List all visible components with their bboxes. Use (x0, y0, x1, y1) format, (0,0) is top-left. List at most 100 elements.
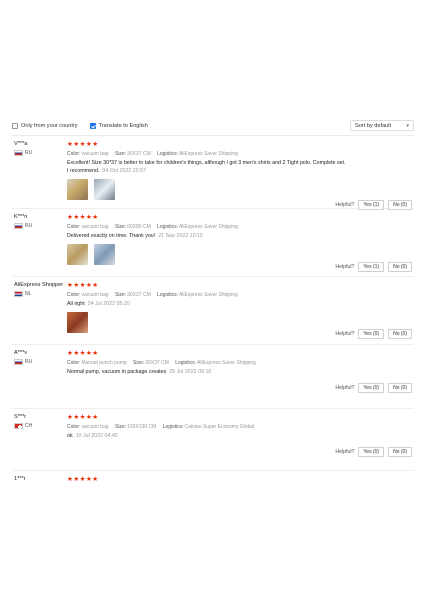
color-value: vacuum bag (81, 424, 109, 430)
russia-flag-icon (14, 223, 23, 229)
logistics-key: Logistics: (175, 360, 197, 366)
review-photo-thumbnail[interactable] (67, 179, 88, 200)
country-code: RU (25, 359, 33, 365)
translate-checkbox[interactable]: Translate to English (89, 122, 148, 129)
review-sku-info: Color:Manual punch pump Size:30X37 CM Lo… (67, 360, 414, 366)
review-user: AliExpress Shopper NL (14, 282, 74, 297)
helpful-yes-button[interactable]: Yes (0) (358, 329, 385, 339)
size-key: Size: (114, 224, 127, 230)
only-country-label: Only from your country (21, 122, 78, 129)
review-text: Normal pump, vacuum in package creates 25… (67, 368, 414, 376)
sort-select[interactable]: Sort by default ▾ (350, 120, 414, 131)
review-text-line: ok (67, 433, 73, 439)
review-item: V***a RU ★★★★★ Color:vacuum bag Size:30X… (12, 136, 414, 210)
star-rating: ★★★★★ (67, 282, 99, 289)
review-date: 24 Jul 2022 05:20 (87, 301, 130, 307)
review-user: A***v RU (14, 350, 74, 365)
review-text: All right 24 Jul 2022 05:20 (67, 300, 414, 308)
country-code: NL (25, 291, 32, 297)
star-rating: ★★★★★ (67, 141, 99, 148)
review-content: ★★★★★ Color:Manual punch pump Size:30X37… (67, 350, 414, 376)
review-sku-info: Color:vacuum bag Size:100X130 CM Logisti… (67, 424, 414, 430)
size-key: Size: (114, 292, 127, 298)
review-photos (67, 179, 414, 200)
helpful-label: Helpful? (335, 202, 355, 208)
logistics-value: AliExpress Saver Shipping (197, 360, 256, 366)
netherlands-flag-icon (14, 291, 23, 297)
helpful-label: Helpful? (335, 331, 355, 337)
helpful-no-button[interactable]: No (0) (388, 262, 412, 272)
color-value: Manual punch pump (81, 360, 127, 366)
country-code: RU (25, 223, 33, 229)
color-key: Color: (67, 292, 81, 298)
review-item: K***n RU ★★★★★ Color:vacuum bag Size:60X… (12, 209, 414, 277)
helpful-label: Helpful? (335, 449, 355, 455)
helpful-no-button[interactable]: No (0) (388, 329, 412, 339)
only-country-checkbox[interactable]: Only from your country (12, 122, 78, 129)
star-rating: ★★★★★ (67, 214, 99, 221)
sort-value: Sort by default (355, 122, 392, 129)
review-user: V***a RU (14, 141, 74, 156)
logistics-value: AliExpress Saver Shipping (178, 151, 238, 157)
helpful-yes-button[interactable]: Yes (1) (358, 262, 385, 272)
color-value: vacuum bag (81, 292, 109, 298)
logistics-key: Logistics: (157, 292, 178, 298)
review-content: ★★★★★ (67, 476, 414, 483)
reviewer-country: CH (14, 423, 74, 429)
star-rating: ★★★★★ (67, 414, 99, 421)
review-content: ★★★★★ Color:vacuum bag Size:100X130 CM L… (67, 414, 414, 440)
size-value: 30X37 CM (145, 360, 169, 366)
review-content: ★★★★★ Color:vacuum bag Size:30X37 CM Log… (67, 282, 414, 333)
filter-options: Only from your country Translate to Engl… (12, 122, 148, 129)
color-key: Color: (67, 360, 81, 366)
helpful-votes: Helpful? Yes (0) No (0) (335, 329, 412, 339)
color-key: Color: (67, 424, 81, 430)
reviewer-name: A***v (14, 350, 28, 356)
helpful-label: Helpful? (335, 264, 355, 270)
review-item: 1***r ★★★★★ (12, 471, 414, 484)
translate-label: Translate to English (98, 122, 148, 129)
star-rating: ★★★★★ (67, 350, 99, 357)
helpful-votes: Helpful? Yes (1) No (0) (335, 262, 412, 272)
size-key: Size: (114, 151, 127, 157)
helpful-yes-button[interactable]: Yes (0) (358, 447, 385, 457)
review-photo-thumbnail[interactable] (67, 244, 88, 265)
review-text-line: Excellent! Size 30*37 is better to take … (67, 160, 346, 166)
reviews-panel: Only from your country Translate to Engl… (12, 118, 414, 484)
russia-flag-icon (14, 359, 23, 365)
size-key: Size: (133, 360, 145, 366)
review-sku-info: Color:vacuum bag Size:60X80 CM Logistics… (67, 224, 414, 230)
logistics-key: Logistics: (162, 424, 184, 430)
helpful-yes-button[interactable]: Yes (0) (358, 383, 385, 393)
russia-flag-icon (14, 150, 23, 156)
size-value: 60X80 CM (127, 224, 151, 230)
size-value: 30X37 CM (127, 151, 151, 157)
review-text-line: All right (67, 301, 85, 307)
review-text: Excellent! Size 30*37 is better to take … (67, 159, 414, 175)
reviewer-country: RU (14, 359, 74, 365)
switzerland-flag-icon (14, 423, 23, 429)
logistics-key: Logistics: (157, 151, 178, 157)
size-key: Size: (114, 424, 127, 430)
review-user: 1***r (14, 476, 74, 482)
checkbox-unchecked-icon (12, 122, 18, 129)
review-text-line: Normal pump, vacuum in package creates (67, 369, 167, 375)
helpful-label: Helpful? (335, 385, 355, 391)
review-sku-info: Color:vacuum bag Size:30X37 CM Logistics… (67, 292, 414, 298)
review-photo-thumbnail[interactable] (94, 244, 115, 265)
logistics-value: AliExpress Saver Shipping (178, 224, 238, 230)
review-photo-thumbnail[interactable] (67, 312, 88, 333)
review-text: ok 10 Jul 2022 04:45 (67, 432, 414, 440)
color-value: vacuum bag (81, 224, 109, 230)
review-date: 04 Oct 2022 22:57 (102, 168, 146, 174)
reviewer-name: 1***r (14, 476, 26, 482)
review-photo-thumbnail[interactable] (94, 179, 115, 200)
logistics-key: Logistics: (157, 224, 178, 230)
helpful-no-button[interactable]: No (0) (388, 383, 412, 393)
color-key: Color: (67, 224, 81, 230)
review-user: K***n RU (14, 214, 74, 229)
reviewer-name: V***a (14, 141, 28, 147)
color-key: Color: (67, 151, 81, 157)
helpful-no-button[interactable]: No (0) (388, 447, 412, 457)
reviewer-country: NL (14, 291, 74, 297)
